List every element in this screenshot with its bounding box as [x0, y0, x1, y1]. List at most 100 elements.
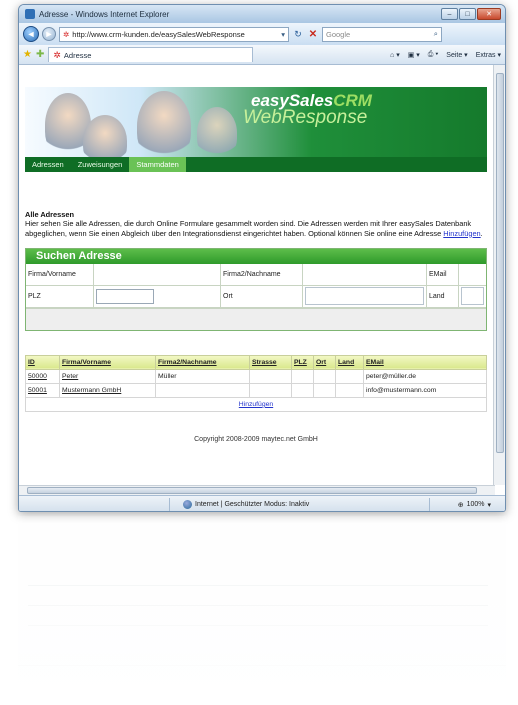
- row-id-link[interactable]: 50000: [25, 368, 60, 384]
- status-divider: [429, 498, 430, 511]
- row-email: info@mustermann.com: [363, 382, 487, 398]
- col-id[interactable]: ID: [25, 354, 60, 370]
- field-ort-cell: [303, 285, 427, 307]
- col-strasse[interactable]: Strasse: [249, 354, 292, 370]
- address-url: http://www.crm-kunden.de/easySalesWebRes…: [72, 29, 245, 39]
- col-ort[interactable]: Ort: [313, 354, 336, 370]
- col-land[interactable]: Land: [335, 354, 364, 370]
- field-firma-vorname[interactable]: [94, 263, 221, 285]
- page-menu[interactable]: Seite ▾: [446, 51, 467, 59]
- address-field[interactable]: ✲ http://www.crm-kunden.de/easySalesWebR…: [59, 26, 289, 42]
- row-name-link[interactable]: Peter: [59, 368, 156, 384]
- minimize-button[interactable]: –: [441, 8, 458, 20]
- feeds-button[interactable]: ▣ ▾: [408, 51, 420, 59]
- row-cell: Müller: [155, 368, 250, 384]
- search-field[interactable]: Google ⌕: [322, 26, 442, 42]
- col-plz[interactable]: PLZ: [291, 354, 314, 370]
- horizontal-scrollbar[interactable]: [19, 485, 495, 495]
- dropdown-icon[interactable]: ▾: [281, 30, 285, 39]
- row-cell: [313, 368, 336, 384]
- intro-add-link[interactable]: Hinzufügen: [443, 229, 480, 238]
- results-table: ID Firma/Vorname Firma2/Nachname Strasse…: [25, 354, 487, 412]
- table-add-link[interactable]: Hinzufügen: [239, 401, 273, 408]
- banner-photo-person-4: [197, 107, 237, 157]
- vertical-scroll-thumb[interactable]: [496, 73, 504, 453]
- close-button[interactable]: ✕: [477, 8, 501, 20]
- search-title: Suchen Adresse: [26, 248, 486, 264]
- horizontal-scroll-thumb[interactable]: [27, 487, 477, 494]
- print-button[interactable]: ⎙ ▾: [428, 51, 439, 59]
- intro-text: Hier sehen Sie alle Adressen, die durch …: [25, 219, 472, 238]
- col-firma2-nachname[interactable]: Firma2/Nachname: [155, 354, 250, 370]
- window-title: Adresse - Windows Internet Explorer: [39, 9, 170, 19]
- tab-toolbar: ★ ✚ ✲ Adresse ⌂ ▾ ▣ ▾ ⎙ ▾ Seite ▾ Extras…: [19, 45, 505, 65]
- menu-item-adressen[interactable]: Adressen: [25, 157, 71, 172]
- table-row: 50001 Mustermann GmbH info@mustermann.co…: [25, 382, 487, 398]
- web-page: easySalesCRM WebResponse Adressen Zuweis…: [25, 87, 487, 443]
- land-input[interactable]: [461, 287, 484, 306]
- security-zone: Internet | Geschützter Modus: Inaktiv: [195, 501, 310, 508]
- search-footer: [26, 307, 486, 330]
- banner-photo-person-3: [137, 91, 191, 157]
- ie-icon: [25, 9, 35, 19]
- globe-icon: [183, 500, 192, 509]
- field-firma2-nachname[interactable]: [303, 263, 427, 285]
- zoom-control[interactable]: ⊕ 100% ▾: [458, 501, 491, 509]
- add-favorite-icon[interactable]: ✚: [36, 49, 44, 60]
- window-reflection: [18, 516, 506, 696]
- vertical-scrollbar[interactable]: [493, 65, 505, 485]
- label-firma2-nachname: Firma2/Nachname: [221, 263, 303, 285]
- menu-item-stammdaten[interactable]: Stammdaten: [129, 157, 186, 172]
- row-cell: [291, 382, 314, 398]
- row-cell: [291, 368, 314, 384]
- search-placeholder: Google: [326, 29, 351, 39]
- maximize-button[interactable]: □: [459, 8, 476, 20]
- zoom-dropdown-icon[interactable]: ▾: [487, 501, 491, 509]
- reflection-line: [28, 605, 488, 606]
- status-divider: [169, 498, 170, 511]
- field-land-cell: [459, 286, 486, 307]
- site-icon: ✲: [53, 49, 61, 60]
- menu-item-zuweisungen[interactable]: Zuweisungen: [71, 157, 130, 172]
- browser-window: Adresse - Windows Internet Explorer – □ …: [18, 4, 506, 512]
- label-firma-vorname: Firma/Vorname: [26, 263, 94, 285]
- label-ort: Ort: [221, 285, 303, 307]
- add-cell: Hinzufügen: [25, 396, 487, 412]
- reflection-line: [28, 625, 488, 626]
- reflection-fade: [0, 512, 518, 705]
- intro-end: .: [480, 228, 483, 238]
- page-viewport: easySalesCRM WebResponse Adressen Zuweis…: [19, 65, 495, 485]
- main-menu: Adressen Zuweisungen Stammdaten: [25, 157, 487, 172]
- site-icon: ✲: [63, 29, 70, 39]
- address-toolbar: ◄ ► ✲ http://www.crm-kunden.de/easySales…: [19, 23, 505, 45]
- stop-icon[interactable]: ✕: [307, 29, 319, 40]
- row-cell: [335, 382, 364, 398]
- col-firma-vorname[interactable]: Firma/Vorname: [59, 354, 156, 370]
- label-plz: PLZ: [26, 285, 94, 307]
- row-cell: [335, 368, 364, 384]
- search-panel: Suchen Adresse Firma/Vorname Firma2/Nach…: [25, 247, 487, 331]
- intro-section: Alle Adressen Hier sehen Sie alle Adress…: [25, 210, 487, 238]
- refresh-icon[interactable]: ↻: [292, 29, 304, 40]
- search-icon[interactable]: ⌕: [434, 29, 438, 39]
- search-row-2: PLZ Ort Land: [26, 285, 486, 308]
- row-id-link[interactable]: 50001: [25, 382, 60, 398]
- back-icon[interactable]: ◄: [23, 26, 39, 42]
- row-cell: [155, 382, 250, 398]
- ort-input[interactable]: [305, 287, 424, 306]
- row-name-link[interactable]: Mustermann GmbH: [59, 382, 156, 398]
- table-add-row: Hinzufügen: [25, 396, 487, 412]
- forward-icon[interactable]: ►: [42, 27, 56, 41]
- field-email[interactable]: [459, 264, 486, 285]
- zoom-level: 100%: [466, 501, 485, 508]
- logo-product: WebResponse: [243, 107, 368, 128]
- row-cell: [313, 382, 336, 398]
- favorites-star-icon[interactable]: ★: [23, 49, 32, 60]
- col-email[interactable]: EMail: [363, 354, 487, 370]
- title-bar: Adresse - Windows Internet Explorer – □ …: [19, 5, 505, 23]
- plz-input[interactable]: [96, 288, 154, 304]
- home-button[interactable]: ⌂ ▾: [390, 51, 400, 59]
- tools-menu[interactable]: Extras ▾: [476, 51, 501, 59]
- tab-adresse[interactable]: ✲ Adresse: [48, 47, 254, 62]
- banner-photo-person-2: [83, 115, 127, 157]
